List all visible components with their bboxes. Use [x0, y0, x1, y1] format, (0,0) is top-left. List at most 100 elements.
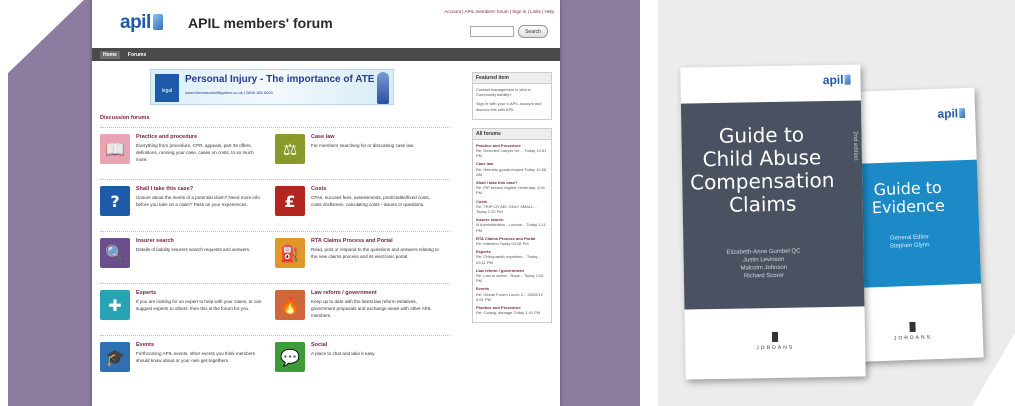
all-forums-item[interactable]: Events Re: Global Forum Lunch 2... 26/02/… [476, 286, 548, 302]
forum-text: Events Forthcoming APIL events, other eve… [136, 342, 266, 387]
all-forums-item-meta: Re: Law to action - Rack... Today 1:02 P… [476, 273, 544, 284]
all-forums-item-meta: Ill Administration - London... Today 1:1… [476, 222, 546, 233]
banner-title: Personal Injury - The importance of ATE [185, 74, 375, 85]
forum-title-link[interactable]: Costs [311, 186, 441, 192]
top-links[interactable]: Account | APIL members' forum | Sign in … [444, 9, 554, 14]
nav-home[interactable]: Home [100, 50, 120, 59]
all-forums-item-meta: Re: Detected Lawyer for ... Today 10:51 … [476, 148, 547, 159]
forum-row: 🎓 Events Forthcoming APIL events, other ev… [100, 335, 450, 387]
book-logo-text: apil [937, 106, 959, 121]
all-forums-title: All forums [473, 128, 551, 140]
forum-entry[interactable]: 🔥 Law reform / government Keep up to date … [275, 284, 450, 335]
forum-title-link[interactable]: Events [136, 342, 266, 348]
all-forums-item[interactable]: Shall I take this case? Re: PIP breach re… [476, 180, 548, 196]
forum-entry[interactable]: £ Costs CFAs, success fees, assessments, p… [275, 180, 450, 231]
forum-title-link[interactable]: Experts [136, 290, 266, 296]
book-logo-text: apil [822, 72, 844, 88]
all-forums-item-meta: Re: Helmets goods moped Today 10:58 AM [476, 166, 547, 177]
all-forums-item-meta: Re: Intention Today 04:08 PM [476, 241, 529, 247]
forum-description: Forthcoming APIL events, other events yo… [136, 351, 256, 363]
forum-row: ? Shall I take this case? Unsure about the… [100, 179, 450, 231]
banner-badge: legal [155, 74, 179, 102]
all-forums-item[interactable]: Costs Re: TRIP CR AEL ONLY SMALL... Today… [476, 199, 548, 215]
forum-description: Details of liability insurers search req… [136, 247, 251, 252]
featured-box: Featured item Contact management is vita… [472, 72, 552, 120]
forum-row: ✚ Experts If you are looking for an expert… [100, 283, 450, 335]
forum-website-screenshot: apil APIL members' forum Account | APIL … [92, 0, 560, 406]
all-forums-box: All forums Practice and Procedure Re: Det… [472, 127, 552, 323]
featured-body: Contact management is vital in Community… [473, 84, 551, 119]
publisher: JORDANS [685, 330, 865, 352]
logo-mark-icon [844, 74, 851, 85]
logo-mark-icon [152, 14, 163, 30]
forum-description: Everything from procedure, CPR, appeals,… [136, 143, 254, 162]
forum-text: Case law For members searching for or dis… [311, 134, 441, 179]
book-cover-panel: Guide to Child Abuse Compensation Claims… [680, 100, 865, 310]
apil-logo[interactable]: apil [120, 12, 163, 34]
site-title: APIL members' forum [188, 15, 333, 31]
forum-description: A place to chat and take it easy. [311, 351, 376, 356]
forum-grid: 📖 Practice and procedure Everything from p… [100, 127, 450, 387]
all-forums-item[interactable]: Case law Re: Helmets goods moped Today 10… [476, 161, 548, 177]
forum-text: Costs CFAs, success fees, assessments, pr… [311, 186, 441, 231]
author: Richard Scorer [743, 272, 784, 280]
all-forums-item[interactable]: Law reform / government Re: Law to action… [476, 268, 548, 284]
book-logo: apil [823, 73, 851, 87]
forum-title-link[interactable]: Law reform / government [311, 290, 441, 296]
forum-entry[interactable]: ✚ Experts If you are looking for an expert… [100, 284, 275, 335]
book-icon: 📖 [100, 134, 130, 164]
all-forums-item-meta: Re: TRIP CR AEL ONLY SMALL... Today 1:22… [476, 203, 537, 215]
book-child-abuse-compensation-claims: apil Guide to Child Abuse Compensation C… [680, 64, 866, 380]
all-forums-item[interactable]: Practice and Procedure Re: Detected Lawye… [476, 143, 548, 159]
ate-banner[interactable]: legal Personal Injury - The importance o… [150, 69, 394, 105]
forum-entry[interactable]: ⛽ RTA Claims Process and Portal Read, post… [275, 232, 450, 283]
search-button[interactable]: Search [518, 25, 548, 38]
forum-title-link[interactable]: Practice and procedure [136, 134, 266, 140]
book-authors: Elizabeth-Anne Gumbel QC Justin Levinson… [683, 247, 844, 282]
forum-entry[interactable]: 💬 Social A place to chat and take it easy. [275, 336, 450, 387]
forum-text: Social A place to chat and take it easy. [311, 342, 441, 387]
logo-text: apil [120, 12, 151, 33]
book-title: Guide to Child Abuse Compensation Claims [681, 122, 843, 218]
forum-text: RTA Claims Process and Portal Read, post … [311, 238, 441, 283]
forum-text: Law reform / government Keep up to date w… [311, 290, 441, 335]
title-line: Claims [728, 191, 797, 217]
all-forums-item[interactable]: Practice and Procedure Re: Consig, damage… [476, 305, 548, 315]
forum-title-link[interactable]: Social [311, 342, 441, 348]
all-forums-item-meta: Re: PIP breach regime Yesterday, 4:04 PM [476, 185, 545, 196]
all-forums-item-meta: Re: Global Forum Lunch 2... 26/02/12 5:5… [476, 291, 543, 302]
road-icon: ⛽ [275, 238, 305, 268]
forum-text: Experts If you are looking for an expert … [136, 290, 266, 335]
forum-description: CFAs, success fees, assessments, predict… [311, 195, 430, 207]
all-forums-item[interactable]: Experts Re: Orthopaedic expertise... Toda… [476, 249, 548, 265]
pound-icon: £ [275, 186, 305, 216]
forum-entry[interactable]: ? Shall I take this case? Unsure about the… [100, 180, 275, 231]
search-input[interactable] [470, 26, 514, 37]
all-forums-item-meta: Re: Orthopaedic expertise... Today 03:11… [476, 254, 538, 265]
all-forums-item[interactable]: Insurer search Ill Administration - Londo… [476, 217, 548, 233]
chat-icon: 💬 [275, 342, 305, 372]
forum-title-link[interactable]: Case law [311, 134, 441, 140]
bottle-icon: 🔥 [275, 290, 305, 320]
all-forums-item[interactable]: RTA Claims Process and Portal Re: Intenti… [476, 236, 548, 246]
forum-entry[interactable]: 🎓 Events Forthcoming APIL events, other ev… [100, 336, 275, 387]
forum-title-link[interactable]: Shall I take this case? [136, 186, 266, 192]
forum-entry[interactable]: 📖 Practice and procedure Everything from p… [100, 128, 275, 179]
navbar: Home Forums [92, 48, 560, 61]
forum-description: Keep up to date with the latest law refo… [311, 299, 432, 318]
forum-entry[interactable]: 🔍 Insurer search Details of liability insu… [100, 232, 275, 283]
forum-row: 📖 Practice and procedure Everything from p… [100, 127, 450, 179]
magnifier-icon: 🔍 [100, 238, 130, 268]
featured-item[interactable]: Contact management is vital in Community… [476, 87, 548, 97]
forum-entry[interactable]: ⚖ Case law For members searching for or di… [275, 128, 450, 179]
forum-description: If you are looking for an expert to help… [136, 299, 262, 311]
scales-icon: ⚖ [275, 134, 305, 164]
publisher-mark-icon [909, 321, 916, 333]
featured-title: Featured item [473, 73, 551, 84]
nav-forums[interactable]: Forums [128, 52, 146, 58]
sidebar: Featured item Contact management is vita… [472, 72, 552, 331]
forum-description: Read, post or respond to the questions a… [311, 247, 439, 259]
featured-item[interactable]: Sign in with your e-APIL account and dis… [476, 101, 548, 111]
forum-title-link[interactable]: Insurer search [136, 238, 266, 244]
forum-title-link[interactable]: RTA Claims Process and Portal [311, 238, 441, 244]
